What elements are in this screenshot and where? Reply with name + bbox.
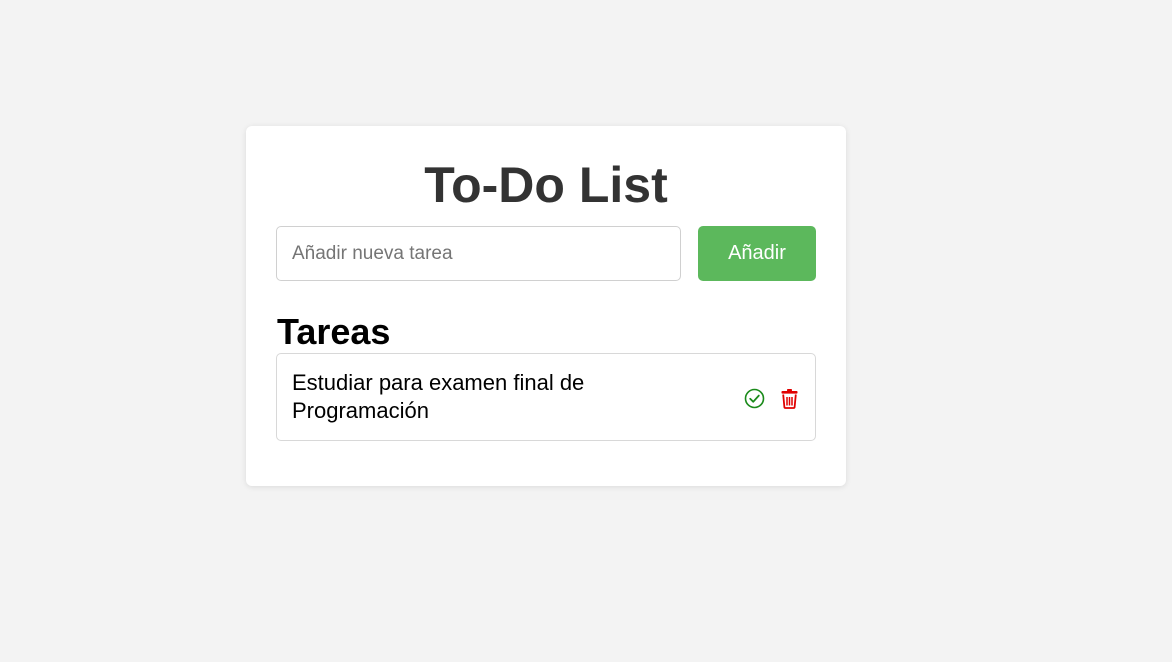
trash-icon[interactable] (779, 388, 800, 409)
todo-card: To-Do List Añadir Tareas Estudiar para e… (246, 126, 846, 486)
task-item: Estudiar para examen final de Programaci… (276, 353, 816, 441)
task-list: Estudiar para examen final de Programaci… (276, 353, 816, 441)
task-actions (744, 388, 800, 409)
tasks-heading: Tareas (277, 311, 391, 352)
add-task-button[interactable]: Añadir (698, 226, 816, 281)
app-title: To-Do List (424, 157, 668, 213)
check-circle-icon[interactable] (744, 388, 765, 409)
new-task-input[interactable] (276, 226, 681, 281)
add-task-form: Añadir (276, 226, 816, 281)
task-text: Estudiar para examen final de Programaci… (292, 370, 585, 423)
